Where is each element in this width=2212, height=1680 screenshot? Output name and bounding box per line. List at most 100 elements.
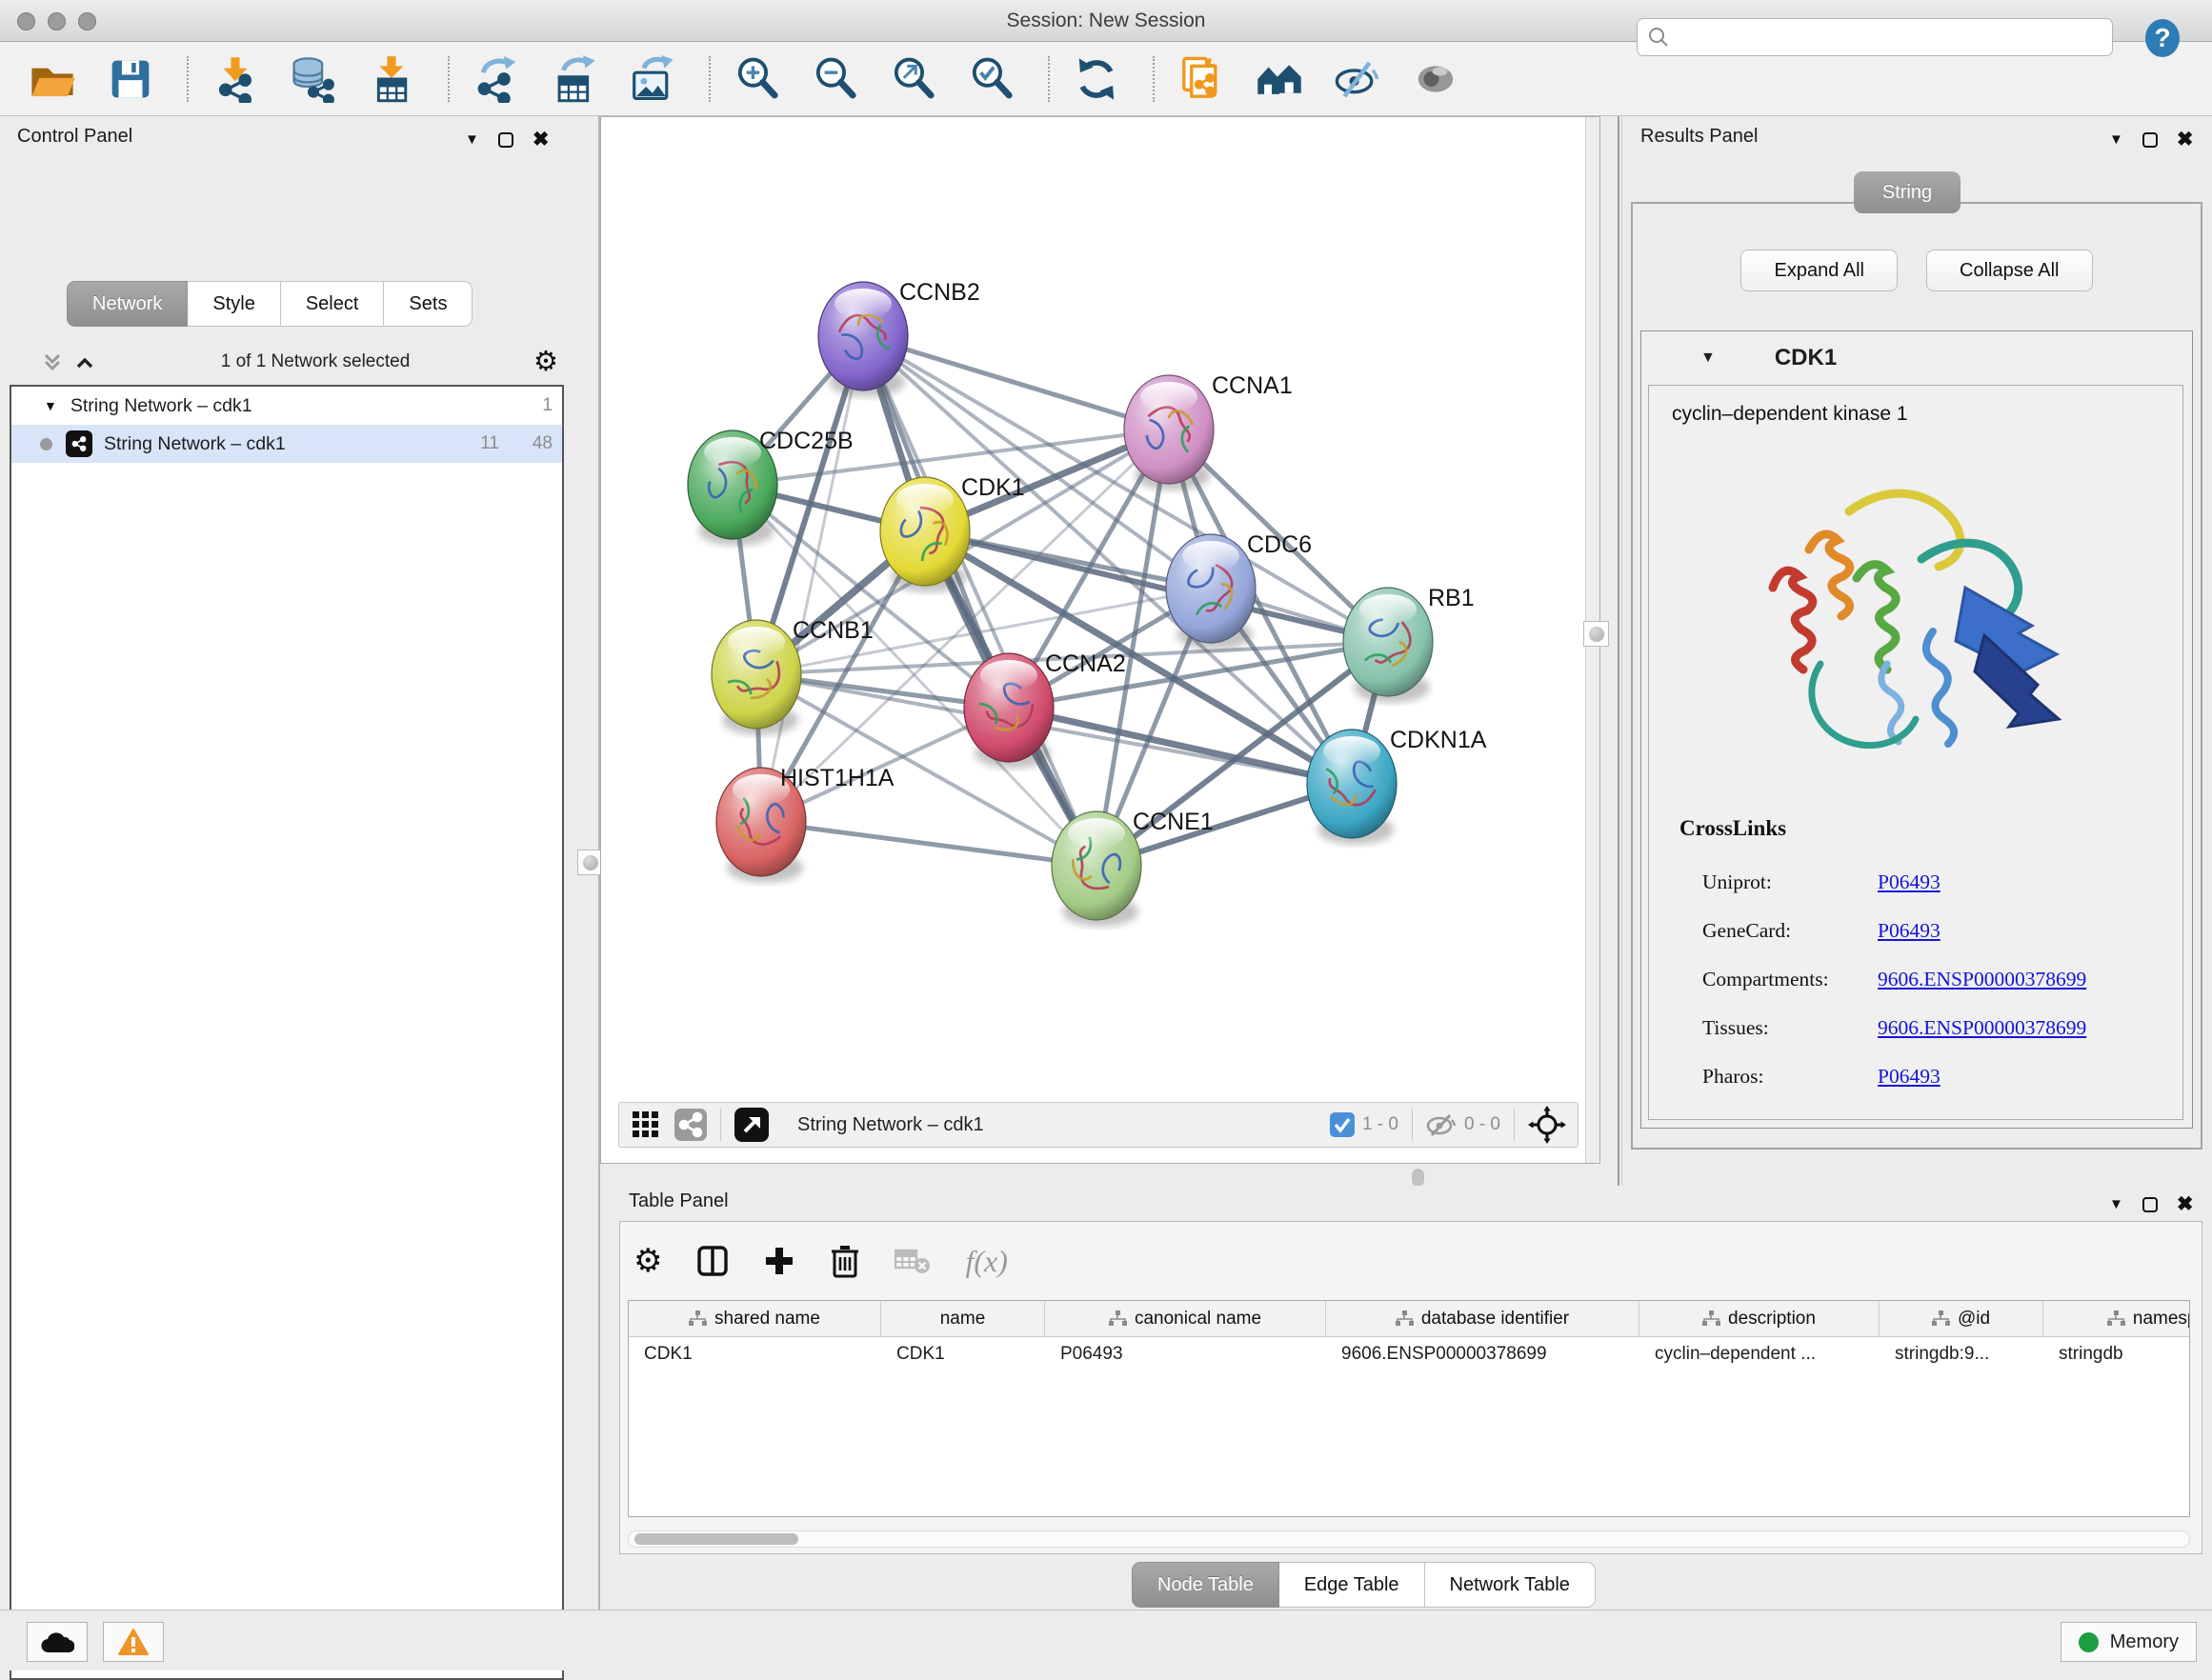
network-node-CCNB2[interactable]: CCNB2 <box>818 279 980 397</box>
network-collection-row[interactable]: ▼ String Network – cdk1 1 <box>11 387 562 425</box>
zoom-in-button[interactable] <box>730 51 785 107</box>
refresh-view-button[interactable] <box>1069 51 1124 107</box>
table-options-gear-icon[interactable]: ⚙ <box>633 1245 662 1277</box>
table-cell[interactable]: CDK1 <box>629 1337 881 1371</box>
column-header-name[interactable]: name <box>881 1301 1045 1336</box>
close-panel-icon[interactable]: ✖ <box>2177 130 2194 150</box>
tab-node-table[interactable]: Node Table <box>1132 1562 1279 1608</box>
delete-column-icon[interactable] <box>830 1244 860 1278</box>
string-import-button[interactable] <box>1174 51 1229 107</box>
collapse-all-button[interactable]: Collapse All <box>1926 250 2093 291</box>
network-canvas[interactable]: CCNB2CCNA1CDC25BCDK1CDC6RB1CCNB1CCNA2CDK… <box>600 116 1600 1164</box>
section-expand-icon[interactable]: ▼ <box>1700 350 1716 367</box>
column-header-canonical-name[interactable]: canonical name <box>1045 1301 1326 1336</box>
zoom-selected-button[interactable] <box>964 51 1019 107</box>
table-cell[interactable]: 9606.ENSP00000378699 <box>1326 1337 1639 1371</box>
tab-network-table[interactable]: Network Table <box>1425 1562 1596 1608</box>
delete-table-icon[interactable] <box>895 1247 931 1275</box>
import-network-file-button[interactable] <box>208 51 263 107</box>
gene-section-header[interactable]: ▼ CDK1 <box>1641 331 2192 385</box>
column-header-database-identifier[interactable]: database identifier <box>1326 1301 1639 1336</box>
tab-select[interactable]: Select <box>281 281 385 327</box>
close-window-button[interactable] <box>17 12 35 30</box>
network-node-RB1[interactable]: RB1 <box>1343 585 1475 703</box>
warnings-button[interactable] <box>103 1622 164 1662</box>
grid-view-icon[interactable] <box>631 1110 661 1140</box>
export-image-button[interactable] <box>625 51 680 107</box>
crosslink-link[interactable]: P06493 <box>1878 870 1941 894</box>
panel-menu-icon[interactable]: ▼ <box>2109 132 2123 147</box>
network-node-CDC25B[interactable]: CDC25B <box>688 428 854 546</box>
function-builder-icon[interactable]: f(x) <box>965 1244 1007 1279</box>
crosslink-link[interactable]: 9606.ENSP00000378699 <box>1878 968 2086 991</box>
open-session-button[interactable] <box>25 51 80 107</box>
import-network-database-button[interactable] <box>286 51 341 107</box>
column-header-namespace[interactable]: namespace <box>2043 1301 2190 1336</box>
collection-expand-icon[interactable]: ▼ <box>44 398 57 413</box>
network-node-CDC6[interactable]: CDC6 <box>1166 531 1312 650</box>
network-options-gear-icon[interactable]: ⚙ <box>533 349 558 376</box>
search-input[interactable] <box>1670 27 2089 48</box>
add-column-icon[interactable] <box>763 1245 795 1277</box>
close-panel-icon[interactable]: ✖ <box>533 130 550 150</box>
show-graphics-button[interactable] <box>1408 51 1463 107</box>
maximize-window-button[interactable] <box>78 12 96 30</box>
crosslink-link[interactable]: 9606.ENSP00000378699 <box>1878 1016 2086 1040</box>
table-cell[interactable]: cyclin–dependent ... <box>1639 1337 1880 1371</box>
help-button[interactable]: ? <box>2142 17 2183 59</box>
crosslink-link[interactable]: P06493 <box>1878 1065 1941 1089</box>
right-splitter-handle[interactable] <box>1583 621 1609 647</box>
open-in-window-icon[interactable] <box>734 1108 769 1142</box>
table-cell[interactable]: CDK1 <box>881 1337 1045 1371</box>
birds-eye-crosshair-icon[interactable] <box>1528 1106 1566 1144</box>
column-header-shared-name[interactable]: shared name <box>629 1301 881 1336</box>
save-session-button[interactable] <box>103 51 158 107</box>
expand-all-button[interactable]: Expand All <box>1740 250 1898 291</box>
float-panel-icon[interactable] <box>2142 132 2158 148</box>
network-node-CCNB1[interactable]: CCNB1 <box>712 617 874 735</box>
scrollbar-thumb[interactable] <box>634 1533 798 1545</box>
table-row[interactable]: CDK1CDK1P064939606.ENSP00000378699cyclin… <box>629 1337 2189 1371</box>
table-cell[interactable]: P06493 <box>1045 1337 1326 1371</box>
tab-edge-table[interactable]: Edge Table <box>1279 1562 1425 1608</box>
tab-style[interactable]: Style <box>188 281 280 327</box>
memory-button[interactable]: Memory <box>2061 1622 2197 1662</box>
network-graph[interactable]: CCNB2CCNA1CDC25BCDK1CDC6RB1CCNB1CCNA2CDK… <box>601 117 1599 1163</box>
panel-menu-icon[interactable]: ▼ <box>465 132 479 147</box>
selected-checkbox-icon[interactable] <box>1330 1112 1355 1137</box>
canvas-results-divider[interactable] <box>1618 116 1622 1186</box>
homology-networks-button[interactable] <box>1252 51 1307 107</box>
table-cell[interactable]: stringdb <box>2043 1337 2190 1371</box>
network-row[interactable]: String Network – cdk1 11 48 <box>11 425 562 463</box>
column-header-description[interactable]: description <box>1639 1301 1880 1336</box>
hidden-eye-icon[interactable] <box>1426 1113 1457 1136</box>
float-panel-icon[interactable] <box>498 132 513 148</box>
network-node-CDKN1A[interactable]: CDKN1A <box>1307 727 1487 845</box>
network-node-HIST1H1A[interactable]: HIST1H1A <box>716 765 895 883</box>
bottom-splitter-handle[interactable] <box>1412 1169 1424 1187</box>
column-header--id[interactable]: @id <box>1880 1301 2043 1336</box>
collapse-all-icon[interactable] <box>40 350 65 374</box>
cloud-button[interactable] <box>27 1622 88 1662</box>
table-cell[interactable]: stringdb:9... <box>1880 1337 2043 1371</box>
expand-all-icon[interactable] <box>72 350 97 374</box>
network-node-CCNA2[interactable]: CCNA2 <box>964 650 1126 769</box>
network-node-CCNE1[interactable]: CCNE1 <box>1052 809 1214 927</box>
zoom-fit-button[interactable] <box>886 51 941 107</box>
zoom-out-button[interactable] <box>808 51 863 107</box>
hide-unhide-button[interactable] <box>1330 51 1385 107</box>
export-table-button[interactable] <box>547 51 602 107</box>
show-columns-icon[interactable] <box>696 1245 729 1277</box>
left-splitter-handle[interactable] <box>577 850 603 875</box>
import-table-button[interactable] <box>364 51 419 107</box>
close-panel-icon[interactable]: ✖ <box>2177 1194 2194 1214</box>
panel-menu-icon[interactable]: ▼ <box>2109 1197 2123 1211</box>
export-network-button[interactable] <box>469 51 524 107</box>
share-view-icon[interactable] <box>674 1109 707 1141</box>
tab-string[interactable]: String <box>1854 171 1961 213</box>
float-panel-icon[interactable] <box>2142 1197 2158 1212</box>
table-hscrollbar[interactable] <box>628 1530 2190 1548</box>
tab-network[interactable]: Network <box>67 281 188 327</box>
minimize-window-button[interactable] <box>48 12 66 30</box>
crosslink-link[interactable]: P06493 <box>1878 919 1941 943</box>
